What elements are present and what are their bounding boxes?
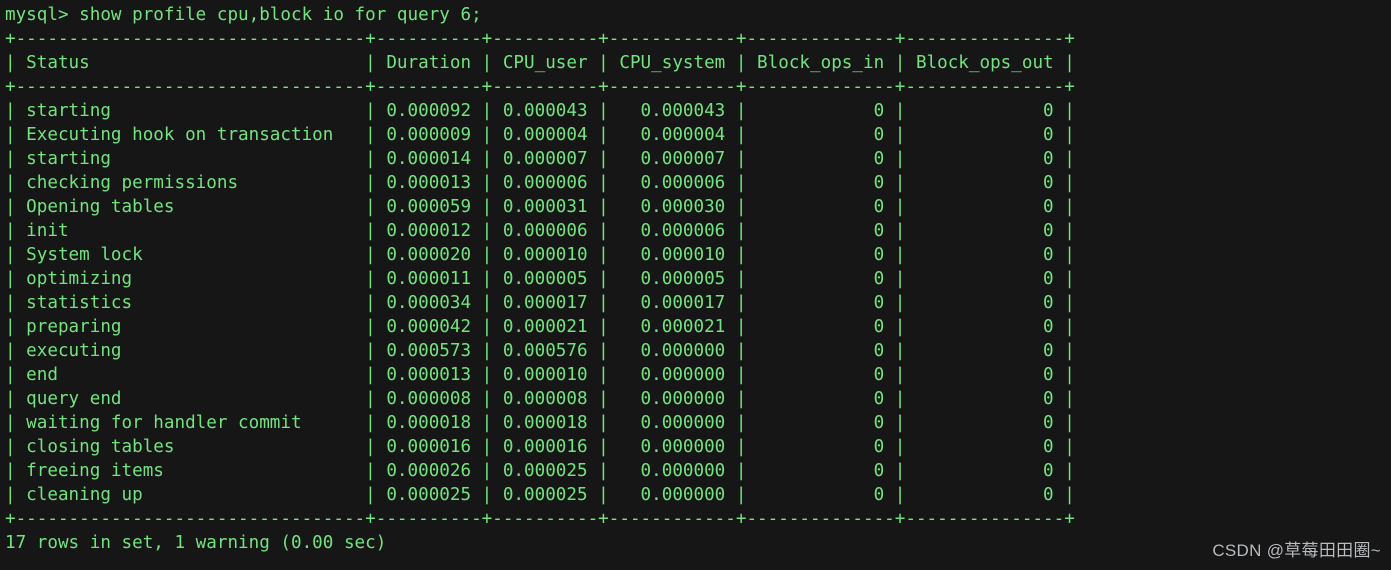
table-row: | System lock | 0.000020 | 0.000010 | 0.… — [5, 245, 1075, 265]
table-row: | preparing | 0.000042 | 0.000021 | 0.00… — [5, 317, 1075, 337]
table-row: | starting | 0.000092 | 0.000043 | 0.000… — [5, 101, 1075, 121]
table-row: | query end | 0.000008 | 0.000008 | 0.00… — [5, 389, 1075, 409]
table-row: | cleaning up | 0.000025 | 0.000025 | 0.… — [5, 485, 1075, 505]
table-row: | optimizing | 0.000011 | 0.000005 | 0.0… — [5, 269, 1075, 289]
table-row: | freeing items | 0.000026 | 0.000025 | … — [5, 461, 1075, 481]
table-row: | starting | 0.000014 | 0.000007 | 0.000… — [5, 149, 1075, 169]
command-prompt-line: mysql> show profile cpu,block io for que… — [5, 5, 482, 25]
terminal-window[interactable]: mysql> show profile cpu,block io for que… — [0, 0, 1391, 570]
table-row: | waiting for handler commit | 0.000018 … — [5, 413, 1075, 433]
table-header-row: | Status | Duration | CPU_user | CPU_sys… — [5, 53, 1075, 73]
table-row: | executing | 0.000573 | 0.000576 | 0.00… — [5, 341, 1075, 361]
table-row: | init | 0.000012 | 0.000006 | 0.000006 … — [5, 221, 1075, 241]
table-row: | Executing hook on transaction | 0.0000… — [5, 125, 1075, 145]
table-bottom-border: +---------------------------------+-----… — [5, 509, 1075, 529]
table-top-border: +---------------------------------+-----… — [5, 29, 1075, 49]
table-row: | closing tables | 0.000016 | 0.000016 |… — [5, 437, 1075, 457]
table-row: | end | 0.000013 | 0.000010 | 0.000000 |… — [5, 365, 1075, 385]
table-row: | statistics | 0.000034 | 0.000017 | 0.0… — [5, 293, 1075, 313]
csdn-watermark: CSDN @草莓田田圈~ — [1212, 541, 1381, 560]
table-row: | Opening tables | 0.000059 | 0.000031 |… — [5, 197, 1075, 217]
result-summary: 17 rows in set, 1 warning (0.00 sec) — [5, 533, 387, 553]
table-header-border: +---------------------------------+-----… — [5, 77, 1075, 97]
table-body: | starting | 0.000092 | 0.000043 | 0.000… — [5, 99, 1391, 507]
table-row: | checking permissions | 0.000013 | 0.00… — [5, 173, 1075, 193]
